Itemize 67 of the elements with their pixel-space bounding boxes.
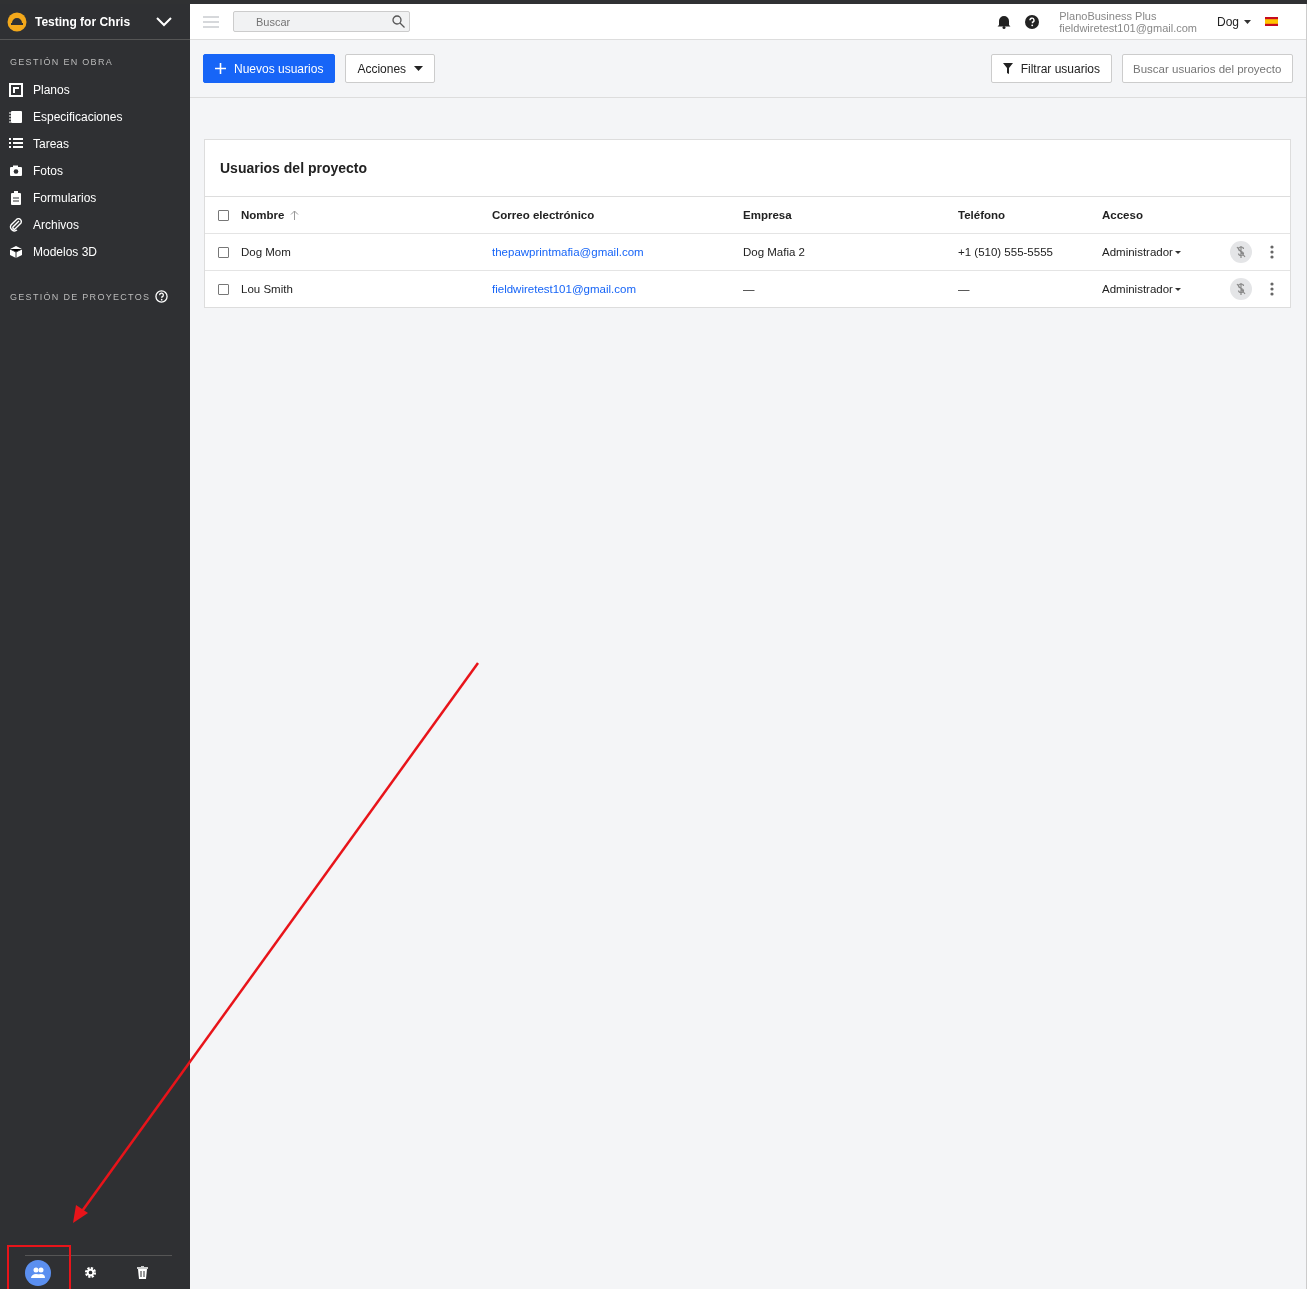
notebook-icon xyxy=(9,109,23,124)
caret-icon xyxy=(1244,19,1251,24)
project-name[interactable]: Testing for Chris xyxy=(35,14,148,29)
slashed-dollar-icon[interactable] xyxy=(1230,241,1252,263)
helmet-logo-icon xyxy=(7,11,27,32)
search-field[interactable]: Buscar usuarios del proyecto xyxy=(1122,54,1293,83)
annotation-highlight-box xyxy=(7,1245,71,1289)
slashed-dollar-icon[interactable] xyxy=(1230,278,1252,300)
sort-arrow-icon[interactable] xyxy=(290,210,300,220)
settings-icon xyxy=(83,1266,97,1279)
sidebar-item[interactable]: Archivos xyxy=(0,211,190,238)
column-header[interactable]: Empresa xyxy=(743,209,792,221)
email-link[interactable]: fieldwiretest101@gmail.com xyxy=(492,283,636,295)
section-title: GESTIÓN DE PROYECTOS xyxy=(10,291,151,302)
table-cell: — xyxy=(958,283,970,295)
caret-icon xyxy=(1174,250,1181,254)
table-cell: — xyxy=(743,283,755,295)
plan-name: PlanoBusiness Plus xyxy=(1059,9,1158,22)
cube-icon xyxy=(9,244,23,259)
sidebar-item[interactable]: Planos xyxy=(0,76,190,103)
column-header[interactable]: Correo electrónico xyxy=(492,209,595,221)
search-icon[interactable] xyxy=(392,15,405,28)
sidebar-item[interactable]: Modelos 3D xyxy=(0,238,190,265)
section-title: GESTIÓN EN OBRA xyxy=(10,57,113,67)
list-icon xyxy=(9,136,23,151)
checkbox[interactable] xyxy=(218,209,229,221)
help-icon[interactable] xyxy=(1025,14,1040,29)
table-cell: Dog Mom xyxy=(241,246,291,258)
floor-plan-icon xyxy=(9,82,23,97)
column-header[interactable]: Nombre xyxy=(241,209,285,221)
table-cell: Dog Mafia 2 xyxy=(743,246,805,258)
caret-icon xyxy=(1174,287,1181,291)
trash-icon xyxy=(136,1266,148,1279)
checkbox[interactable] xyxy=(218,283,229,295)
new-users-button[interactable]: Nuevos usuarios xyxy=(203,54,336,83)
sidebar-item[interactable]: Fotos xyxy=(0,157,190,184)
users-button[interactable] xyxy=(25,1259,51,1286)
sidebar-item[interactable]: Formularios xyxy=(0,184,190,211)
filter-users-button[interactable]: Filtrar usuarios xyxy=(990,54,1112,83)
search-field[interactable]: Buscar xyxy=(233,11,410,32)
account-email: fieldwiretest101@gmail.com xyxy=(1059,21,1197,34)
filter-icon xyxy=(1002,63,1013,74)
help-icon[interactable] xyxy=(155,290,169,303)
more-options-icon[interactable] xyxy=(1270,245,1274,259)
plus-icon xyxy=(215,63,226,74)
table-cell: +1 (510) 555-5555 xyxy=(958,246,1053,258)
checkbox[interactable] xyxy=(218,246,229,258)
card-title: Usuarios del proyecto xyxy=(205,140,1290,197)
table-cell: Lou Smith xyxy=(241,283,293,295)
sidebar-item[interactable]: Especificaciones xyxy=(0,103,190,130)
more-options-icon[interactable] xyxy=(1270,282,1274,296)
actions-button[interactable]: Acciones xyxy=(345,54,436,83)
spain-flag-icon[interactable] xyxy=(1265,17,1278,26)
column-header[interactable]: Acceso xyxy=(1102,209,1143,221)
clipboard-icon xyxy=(9,190,23,205)
email-link[interactable]: thepawprintmafia@gmail.com xyxy=(492,246,644,258)
paperclip-icon xyxy=(9,217,23,232)
users-icon xyxy=(31,1266,45,1279)
access-dropdown[interactable]: Administrador xyxy=(1102,283,1181,295)
column-header[interactable]: Teléfono xyxy=(958,209,1006,221)
camera-icon xyxy=(9,163,23,178)
chevron-down-icon[interactable] xyxy=(156,16,172,27)
access-dropdown[interactable]: Administrador xyxy=(1102,246,1181,258)
sidebar-item[interactable]: Tareas xyxy=(0,130,190,157)
user-menu[interactable]: Dog xyxy=(1217,14,1251,29)
bell-icon[interactable] xyxy=(997,14,1012,29)
caret-icon xyxy=(414,66,424,71)
